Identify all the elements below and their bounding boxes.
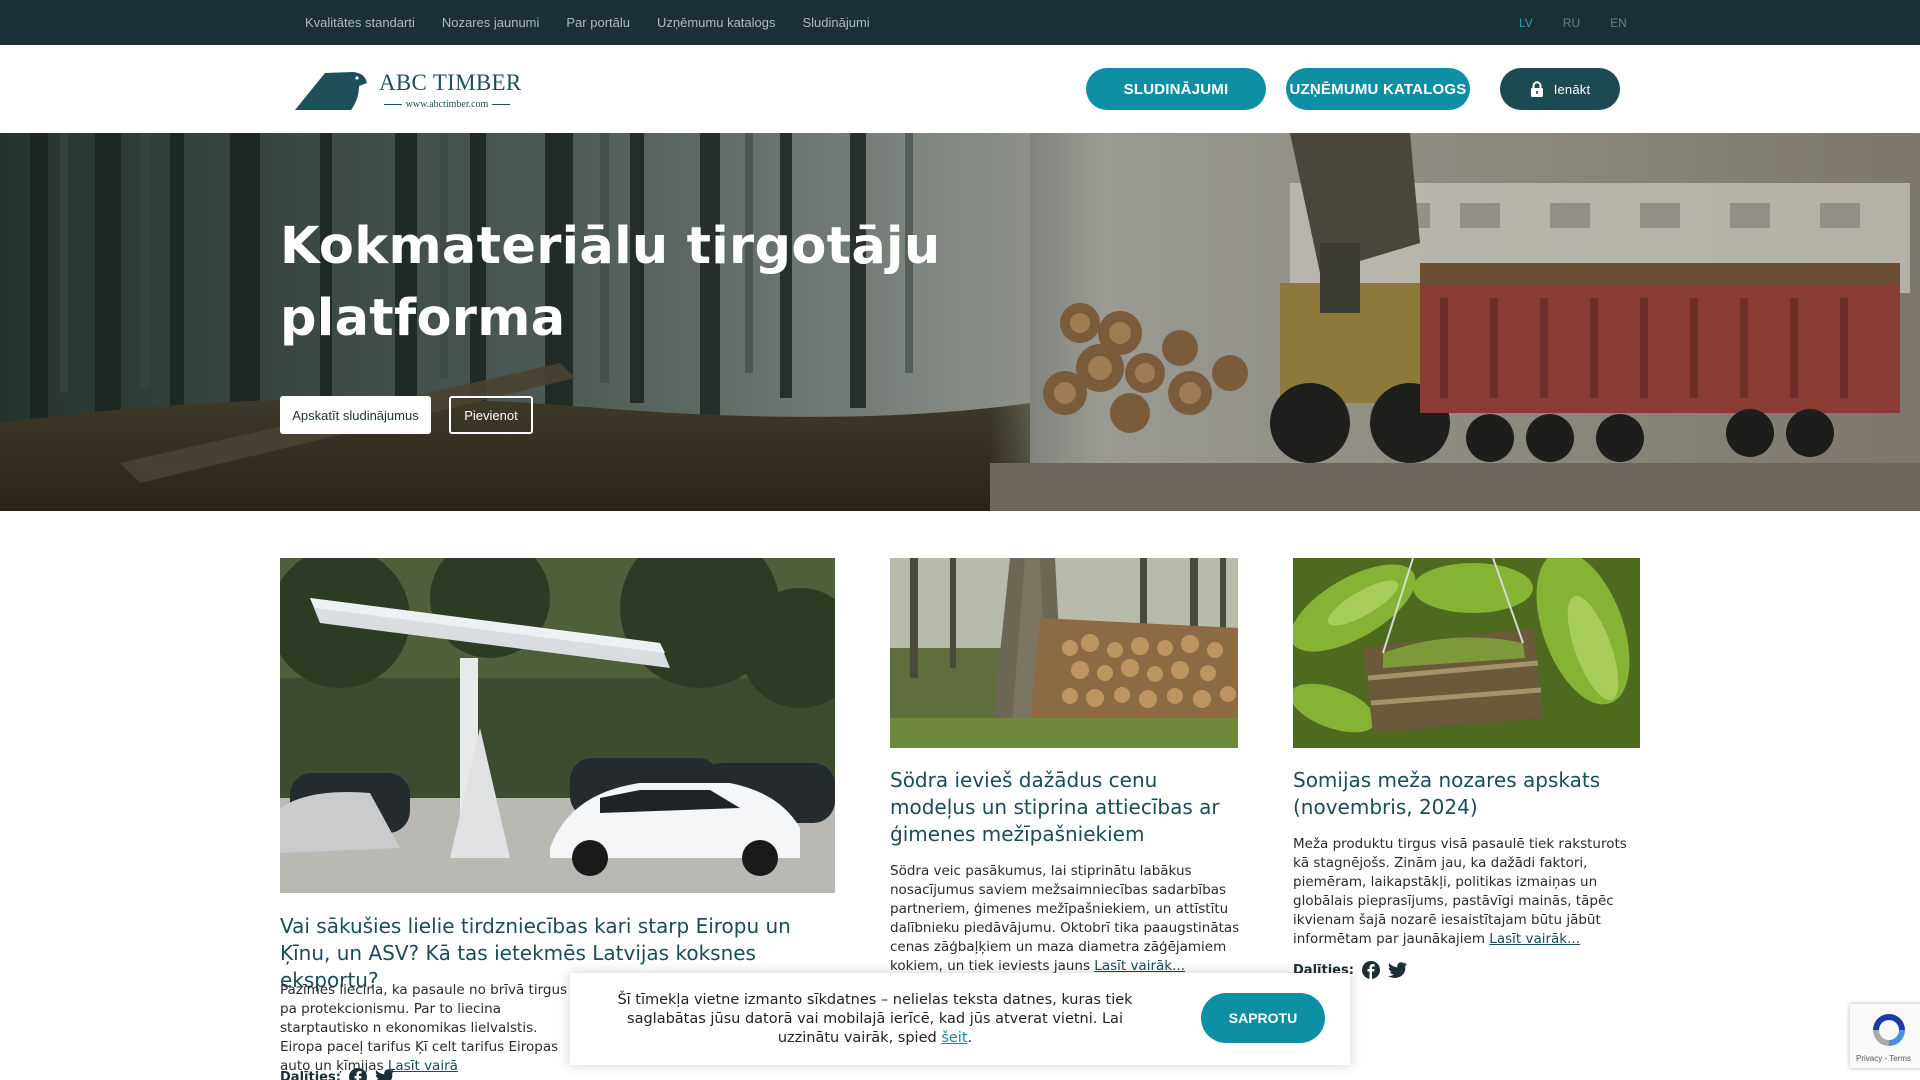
article-excerpt-text: Södra veic pasākumus, lai stiprinātu lab…: [890, 863, 1240, 974]
article-image-ev-charging[interactable]: [280, 558, 835, 893]
recaptcha-icon: [1873, 1014, 1905, 1046]
site-logo[interactable]: ABC TIMBER www.abctimber.com: [295, 67, 522, 113]
ads-button[interactable]: SLUDINĀJUMI: [1086, 68, 1266, 110]
language-switcher: LV RU EN: [1519, 0, 1627, 45]
top-nav-company-catalog[interactable]: Uzņēmumu katalogs: [657, 15, 776, 30]
hero-banner: Kokmateriālu tirgotāju platforma Apskatī…: [0, 133, 1920, 511]
top-nav-industry-news[interactable]: Nozares jaunumi: [442, 15, 540, 30]
cookie-more-link[interactable]: šeit: [941, 1030, 967, 1046]
read-more-link[interactable]: Lasīt vairāk...: [1094, 958, 1185, 974]
cookie-banner: Šī tīmekļa vietne izmanto sīkdatnes – ne…: [570, 973, 1350, 1065]
article-image-plant[interactable]: [1293, 558, 1640, 748]
read-more-link[interactable]: Lasīt vairā: [388, 1058, 458, 1074]
article-excerpt: Södra veic pasākumus, lai stiprinātu lab…: [890, 862, 1240, 976]
hero-title-line2: platforma: [280, 289, 566, 348]
cookie-message: Šī tīmekļa vietne izmanto sīkdatnes – ne…: [617, 992, 1133, 1046]
lock-icon: [1530, 81, 1543, 97]
login-label: Ienākt: [1553, 81, 1591, 97]
hero-title: Kokmateriālu tirgotāju platforma: [280, 211, 960, 355]
article-title[interactable]: Södra ievieš dažādus cenu modeļus un sti…: [890, 767, 1240, 848]
article-excerpt: Pazīmes liecina, ka pasaule no brīvā tir…: [280, 981, 580, 1076]
plant-photo: [1293, 558, 1640, 748]
logo-url: www.abctimber.com: [379, 99, 515, 110]
top-bar: Kvalitātes standarti Nozares jaunumi Par…: [0, 0, 1920, 45]
hero-title-line1: Kokmateriālu tirgotāju: [280, 217, 941, 276]
login-button[interactable]: Ienākt: [1500, 68, 1620, 110]
facebook-icon[interactable]: [1361, 961, 1380, 979]
bird-logo-icon: [295, 72, 367, 110]
language-lv[interactable]: LV: [1519, 16, 1533, 30]
site-header: ABC TIMBER www.abctimber.com SLUDINĀJUMI…: [0, 45, 1920, 133]
article-excerpt: Meža produktu tirgus visā pasaulē tiek r…: [1293, 835, 1640, 949]
share-row: Dalīties:: [280, 1068, 394, 1080]
twitter-icon[interactable]: [375, 1069, 394, 1080]
language-en[interactable]: EN: [1610, 16, 1627, 30]
facebook-icon[interactable]: [348, 1068, 367, 1080]
company-catalog-button[interactable]: UZŅĒMUMU KATALOGS: [1286, 68, 1470, 110]
cookie-text: Šī tīmekļa vietne izmanto sīkdatnes – ne…: [595, 991, 1155, 1048]
share-label: Dalīties:: [280, 1069, 341, 1080]
ev-charging-photo: [280, 558, 835, 893]
view-ads-button[interactable]: Apskatīt sludinājumus: [280, 396, 431, 434]
read-more-link[interactable]: Lasīt vairāk...: [1489, 931, 1580, 947]
language-ru[interactable]: RU: [1563, 16, 1580, 30]
recaptcha-terms[interactable]: Privacy - Terms: [1856, 1054, 1911, 1063]
cookie-accept-button[interactable]: SAPROTU: [1201, 993, 1325, 1043]
top-nav-quality-standards[interactable]: Kvalitātes standarti: [305, 15, 415, 30]
twitter-icon[interactable]: [1387, 962, 1407, 978]
article-image-woodpile[interactable]: [890, 558, 1238, 748]
top-nav-about-portal[interactable]: Par portālu: [566, 15, 630, 30]
cookie-period: .: [967, 1030, 973, 1046]
recaptcha-badge[interactable]: Privacy - Terms: [1850, 1004, 1920, 1068]
timber-yard-image: [990, 133, 1920, 511]
top-nav: Kvalitātes standarti Nozares jaunumi Par…: [305, 0, 870, 45]
top-nav-ads[interactable]: Sludinājumi: [802, 15, 869, 30]
join-button[interactable]: Pievienot: [449, 396, 533, 434]
article-title[interactable]: Somijas meža nozares apskats (novembris,…: [1293, 767, 1640, 821]
woodpile-photo: [890, 558, 1238, 748]
logo-name: ABC TIMBER: [379, 70, 522, 95]
